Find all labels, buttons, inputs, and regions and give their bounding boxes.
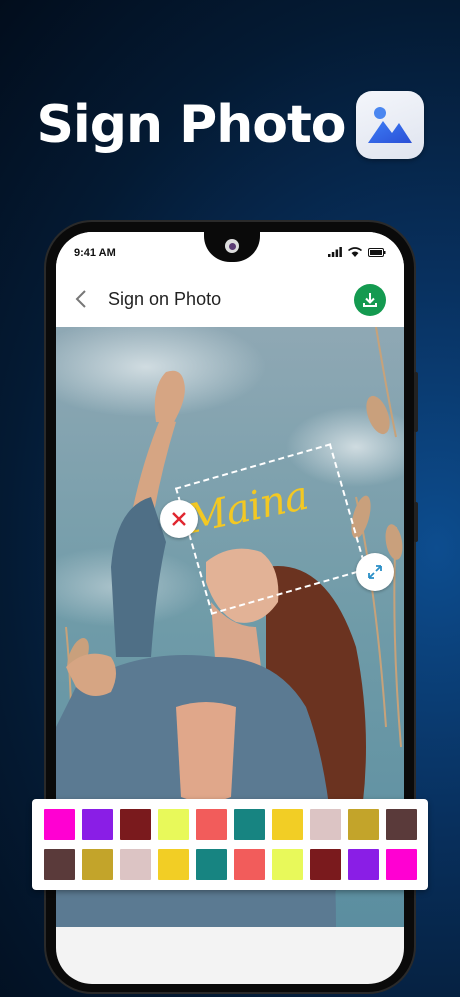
download-button[interactable] (354, 284, 386, 316)
color-swatch[interactable] (348, 809, 379, 840)
color-swatch[interactable] (120, 809, 151, 840)
close-icon (172, 512, 186, 526)
color-row-2 (44, 849, 417, 880)
status-time: 9:41 AM (74, 247, 116, 259)
color-swatch[interactable] (82, 849, 113, 880)
color-swatch[interactable] (158, 849, 189, 880)
battery-icon (368, 247, 386, 257)
signal-icon (328, 247, 342, 257)
status-icons (328, 247, 386, 257)
app-bar: Sign on Photo (56, 272, 404, 327)
front-camera-icon (225, 239, 239, 253)
color-swatch[interactable] (44, 849, 75, 880)
chevron-left-icon[interactable] (68, 286, 94, 312)
power-button (414, 502, 418, 542)
color-swatch[interactable] (158, 809, 189, 840)
color-row-1 (44, 809, 417, 840)
photo-app-icon (355, 91, 424, 159)
color-swatch[interactable] (386, 849, 417, 880)
wifi-icon (348, 247, 362, 257)
color-swatch[interactable] (272, 849, 303, 880)
hero-header: Sign Photo (0, 82, 460, 168)
color-swatch[interactable] (196, 849, 227, 880)
volume-button (414, 372, 418, 432)
resize-icon (368, 565, 382, 579)
color-swatch[interactable] (386, 809, 417, 840)
page-title: Sign on Photo (108, 289, 222, 309)
color-swatch[interactable] (348, 849, 379, 880)
color-swatch[interactable] (44, 809, 75, 840)
color-swatch[interactable] (82, 809, 113, 840)
color-swatch[interactable] (196, 809, 227, 840)
color-swatch[interactable] (310, 809, 341, 840)
color-palette (32, 799, 428, 890)
hero-title: Sign Photo (36, 95, 346, 155)
download-icon (363, 293, 377, 307)
delete-signature-button[interactable] (160, 500, 198, 538)
resize-signature-button[interactable] (356, 553, 394, 591)
color-swatch[interactable] (234, 809, 265, 840)
color-swatch[interactable] (234, 849, 265, 880)
color-swatch[interactable] (272, 809, 303, 840)
color-swatch[interactable] (120, 849, 151, 880)
color-swatch[interactable] (310, 849, 341, 880)
